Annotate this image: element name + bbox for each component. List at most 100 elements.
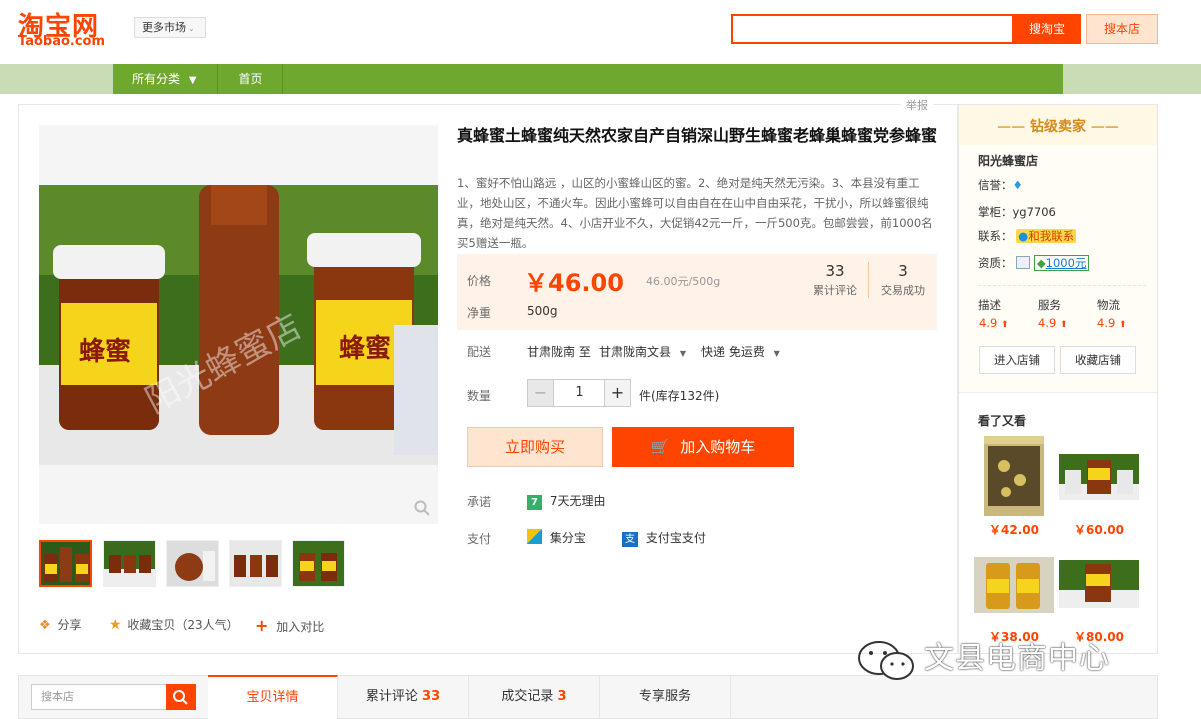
nav-home[interactable]: 首页 bbox=[219, 64, 283, 94]
deposit-badge[interactable]: ◆1000元 bbox=[1033, 255, 1090, 271]
shipping-dropdown[interactable]: 快递 免运费 ▼ bbox=[701, 343, 780, 360]
search-icon bbox=[173, 690, 188, 705]
delivery-label: 配送 bbox=[467, 345, 492, 359]
share-label: 分享 bbox=[57, 618, 82, 632]
thumbnail-2[interactable] bbox=[103, 540, 156, 587]
share-icon: ❖ bbox=[39, 618, 51, 633]
contact-row: 联系： ●和我联系 bbox=[978, 228, 1077, 244]
seller-badge-text: 钻级卖家 bbox=[1030, 119, 1086, 135]
quantity-stepper: − 1 + bbox=[527, 379, 631, 407]
recommend-item-image[interactable] bbox=[974, 557, 1054, 613]
caret-down-icon: ▼ bbox=[773, 349, 780, 358]
payment-jifenbao[interactable]: 集分宝 bbox=[527, 529, 586, 546]
unit-price: 46.00元/500g bbox=[646, 275, 721, 288]
weight-value: 500g bbox=[527, 304, 558, 318]
nav-all-categories-label: 所有分类 bbox=[132, 72, 181, 86]
tab-service[interactable]: 专享服务 bbox=[600, 675, 731, 719]
shop-search-button[interactable] bbox=[166, 684, 196, 710]
payment-alipay[interactable]: 支 支付宝支付 bbox=[622, 529, 706, 547]
thumbnail-3[interactable] bbox=[166, 540, 219, 587]
product-main-image[interactable]: 蜂蜜 蜂蜜 阳光蜂蜜店 bbox=[39, 125, 438, 524]
shop-name[interactable]: 阳光蜂蜜店 bbox=[978, 152, 1038, 169]
seller-badge: —— 钻级卖家 —— bbox=[997, 119, 1119, 135]
qualification-row: 资质： ◆1000元 bbox=[978, 255, 1090, 271]
share-button[interactable]: ❖ 分享 bbox=[39, 616, 82, 633]
tab-details[interactable]: 宝贝详情 bbox=[208, 675, 338, 719]
promise-7day[interactable]: 7 7天无理由 bbox=[527, 492, 605, 510]
desc-score-label: 描述 bbox=[978, 298, 1001, 312]
star-icon: ★ bbox=[109, 617, 122, 633]
shield-icon: ◆ bbox=[1036, 256, 1046, 270]
license-icon[interactable] bbox=[1016, 256, 1031, 269]
recommend-price[interactable]: ￥60.00 bbox=[1074, 521, 1124, 538]
add-to-cart-button[interactable]: 🛒 加入购物车 bbox=[612, 427, 794, 467]
quantity-increase-button[interactable]: + bbox=[604, 380, 630, 406]
search-store-button[interactable]: 搜本店 bbox=[1086, 14, 1158, 44]
compare-label: 加入对比 bbox=[276, 620, 325, 634]
alipay-label: 支付宝支付 bbox=[645, 531, 706, 545]
more-markets-label: 更多市场 bbox=[142, 21, 186, 34]
alipay-icon: 支 bbox=[622, 532, 638, 547]
add-to-cart-label: 加入购物车 bbox=[680, 438, 756, 456]
tab-records[interactable]: 成交记录 3 bbox=[469, 675, 600, 719]
delivery-to: 甘肃陇南文县 bbox=[599, 345, 672, 359]
contact-button[interactable]: ●和我联系 bbox=[1016, 229, 1077, 243]
recommend-item-image[interactable] bbox=[984, 436, 1044, 516]
reviews-label: 累计评论 bbox=[813, 284, 857, 297]
shipping-method: 快递 免运费 bbox=[701, 345, 765, 359]
zoom-icon[interactable] bbox=[414, 500, 430, 516]
payment-label: 支付 bbox=[467, 532, 492, 546]
caret-down-icon: ▼ bbox=[679, 349, 686, 358]
favorite-button[interactable]: ★ 收藏宝贝（23人气） bbox=[109, 616, 239, 633]
shop-search-input[interactable]: 搜本店 bbox=[31, 684, 167, 710]
owner-label: 掌柜： bbox=[978, 205, 1013, 219]
plus-icon: + bbox=[255, 616, 269, 635]
sales-label: 交易成功 bbox=[881, 284, 925, 297]
stock-info: 件(库存132件) bbox=[639, 389, 720, 403]
sales-stat[interactable]: 3 交易成功 bbox=[870, 262, 936, 298]
cart-icon: 🛒 bbox=[650, 438, 670, 456]
search-taobao-button[interactable]: 搜淘宝 bbox=[1013, 14, 1081, 44]
caret-down-icon: ▼ bbox=[188, 75, 197, 86]
wechat-icon bbox=[858, 641, 914, 680]
recommend-item-image[interactable] bbox=[1059, 454, 1139, 500]
seven-day-icon: 7 bbox=[527, 495, 542, 510]
divider bbox=[868, 262, 869, 298]
reviews-count: 33 bbox=[825, 262, 845, 280]
report-link[interactable]: 举报 bbox=[901, 97, 933, 113]
sales-count: 3 bbox=[898, 262, 908, 280]
diamond-icon: ♦ bbox=[1012, 178, 1023, 192]
product-description: 1、蜜好不怕山路远 ，山区的小蜜蜂山区的蜜。2、绝对是纯天然无污染。3、本县没有… bbox=[457, 176, 933, 250]
desc-score: 4.9 ⬆ bbox=[979, 316, 1009, 330]
compare-button[interactable]: + 加入对比 bbox=[255, 616, 324, 635]
quantity-decrease-button[interactable]: − bbox=[528, 380, 554, 406]
reviews-stat[interactable]: 33 累计评论 bbox=[802, 262, 868, 298]
product-title: 真蜂蜜土蜂蜜纯天然农家自产自销深山野生蜂蜜老蜂巢蜂蜜党参蜂蜜 bbox=[457, 126, 938, 145]
deposit-amount: 1000元 bbox=[1045, 256, 1087, 270]
wangwang-icon: ● bbox=[1018, 229, 1029, 243]
chevron-down-icon: ⌄ bbox=[188, 24, 195, 33]
taobao-logo-en[interactable]: Taobao.com bbox=[18, 34, 105, 49]
recommend-price[interactable]: ￥42.00 bbox=[989, 521, 1039, 538]
tab-reviews-count: 33 bbox=[422, 689, 441, 704]
thumbnail-1[interactable] bbox=[39, 540, 92, 587]
favorite-shop-button[interactable]: 收藏店铺 bbox=[1060, 346, 1136, 374]
jifenbao-label: 集分宝 bbox=[549, 531, 586, 545]
search-input[interactable] bbox=[731, 14, 1014, 44]
quantity-input[interactable]: 1 bbox=[555, 380, 604, 406]
enter-shop-button[interactable]: 进入店铺 bbox=[979, 346, 1055, 374]
weight-label: 净重 bbox=[467, 306, 492, 320]
tab-records-count: 3 bbox=[557, 689, 567, 704]
more-markets-dropdown[interactable]: 更多市场 ⌄ bbox=[134, 17, 206, 38]
thumbnail-5[interactable] bbox=[292, 540, 345, 587]
promise-text: 7天无理由 bbox=[549, 494, 606, 508]
recommend-item-image[interactable] bbox=[1059, 560, 1139, 608]
thumbnail-4[interactable] bbox=[229, 540, 282, 587]
divider bbox=[978, 285, 1146, 286]
tab-records-label: 成交记录 bbox=[501, 689, 554, 704]
nav-all-categories[interactable]: 所有分类 ▼ bbox=[113, 64, 218, 94]
buy-now-button[interactable]: 立即购买 bbox=[467, 427, 603, 467]
tab-reviews[interactable]: 累计评论 33 bbox=[338, 675, 469, 719]
credit-row: 信誉：♦ bbox=[978, 177, 1023, 193]
delivery-to-dropdown[interactable]: 甘肃陇南文县 ▼ bbox=[599, 343, 686, 360]
